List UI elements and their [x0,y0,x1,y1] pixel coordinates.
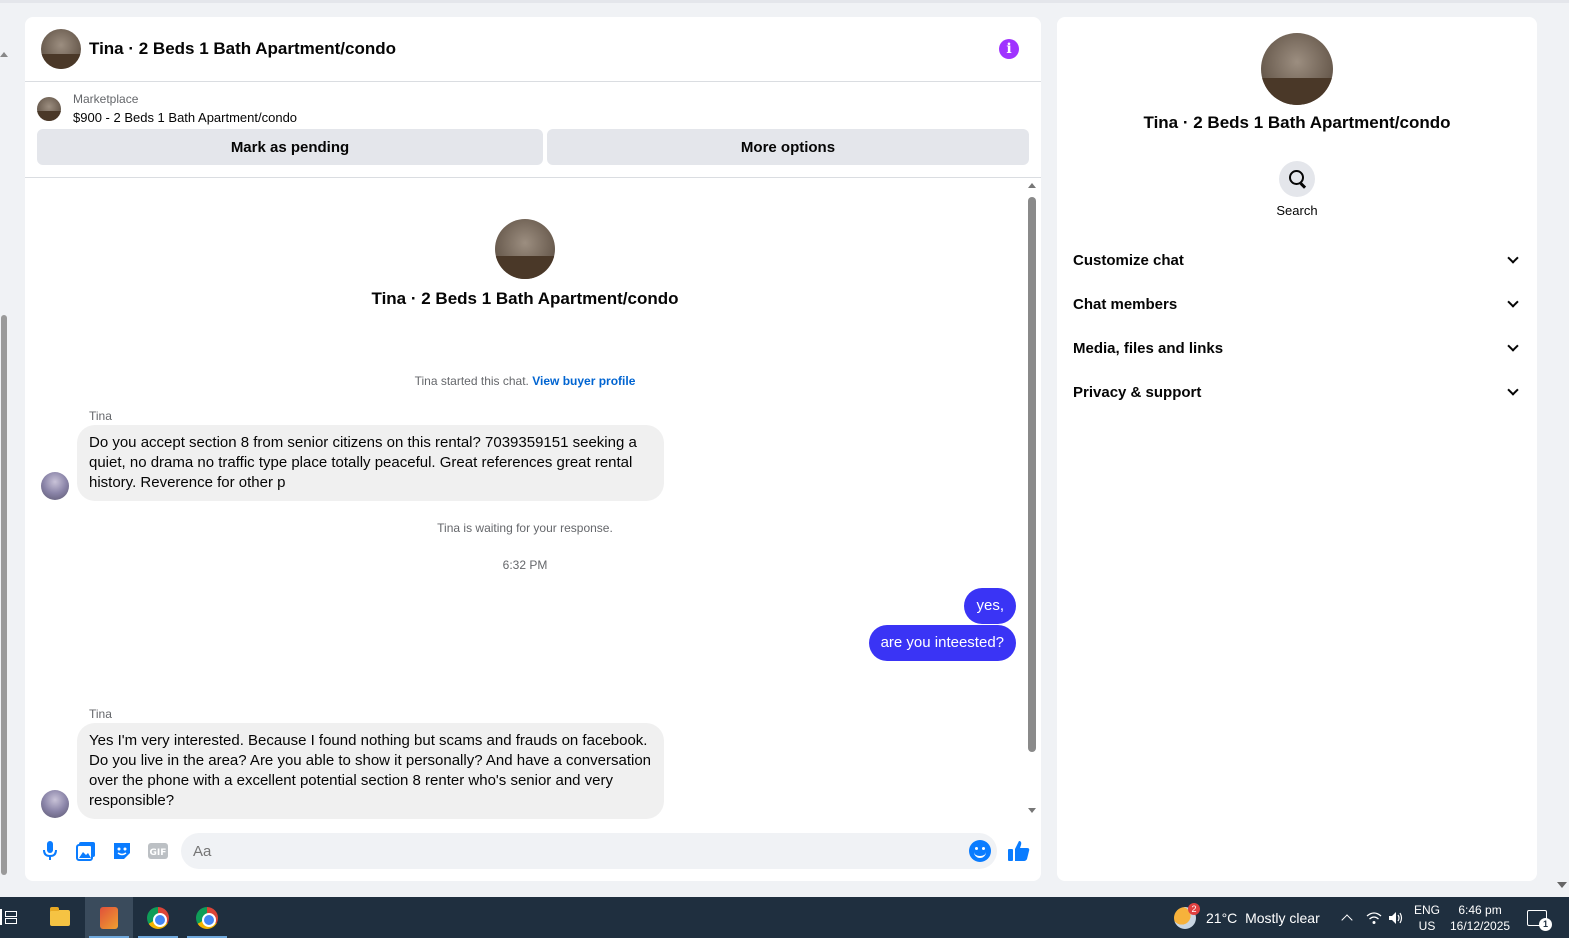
gif-icon[interactable]: GIF [147,840,169,862]
view-buyer-profile-link[interactable]: View buyer profile [532,374,635,388]
info-icon[interactable]: i [999,39,1019,59]
task-view-icon[interactable] [0,909,17,925]
thread-scrollbar[interactable] [1028,183,1036,813]
svg-text:GIF: GIF [150,848,167,858]
sender-avatar[interactable] [41,790,69,818]
region-code: US [1418,918,1436,933]
emoji-icon[interactable] [969,840,991,862]
taskbar: 2 21°C Mostly clear ENG US 6:46 pm 16/12/2… [0,897,1569,938]
menu-privacy-support[interactable]: Privacy & support [1057,370,1537,414]
chrome-profile-icon[interactable] [183,897,231,938]
sender-avatar[interactable] [41,472,69,500]
thumbs-up-icon[interactable] [1007,839,1031,863]
message-composer: GIF [25,829,1041,873]
listing-thumbnail[interactable] [37,96,61,121]
chevron-down-icon [1507,340,1519,352]
menu-chat-members[interactable]: Chat members [1057,282,1537,326]
chat-info-panel: Tina · 2 Beds 1 Bath Apartment/condo Sea… [1057,17,1537,881]
clock-time: 6:46 pm [1458,902,1502,917]
waiting-notice: Tina is waiting for your response. [437,521,613,535]
chat-started-notice: Tina started this chat. View buyer profi… [25,374,1025,388]
menu-label: Chat members [1073,295,1178,313]
volume-icon[interactable] [1388,897,1404,938]
page-scrollbar[interactable] [0,40,10,890]
menu-label: Customize chat [1073,251,1184,269]
profile-avatar[interactable] [1261,33,1333,105]
message-input[interactable] [193,842,953,860]
weather-widget[interactable]: 2 21°C Mostly clear [1174,897,1320,938]
page-scroll-down-arrow-icon[interactable] [1557,882,1567,888]
chrome-icon[interactable] [134,897,182,938]
chat-panel: Tina · 2 Beds 1 Bath Apartment/condo i M… [25,17,1041,881]
intro-title: Tina · 2 Beds 1 Bath Apartment/condo [371,289,679,308]
language-code: ENG [1414,902,1441,917]
profile-title: Tina · 2 Beds 1 Bath Apartment/condo [1143,113,1451,132]
search-label: Search [1276,203,1318,218]
message-thread: Tina · 2 Beds 1 Bath Apartment/condo Tin… [25,179,1041,819]
weather-badge: 2 [1188,902,1200,915]
notifications-button[interactable]: 1 [1527,897,1552,938]
outgoing-message[interactable]: yes, [964,588,1016,624]
clock-date: 16/12/2025 [1450,918,1511,933]
message-sender: Tina [89,707,112,721]
thread-scroll-thumb[interactable] [1028,197,1036,752]
thread-scroll-down-icon[interactable] [1028,808,1036,813]
chevron-down-icon [1507,252,1519,264]
notification-count: 1 [1539,917,1552,931]
incoming-message[interactable]: Do you accept section 8 from senior citi… [77,425,664,501]
microphone-icon[interactable] [39,840,61,862]
search-icon[interactable] [1279,161,1315,197]
message-timestamp: 6:32 PM [502,558,548,572]
taskbar-app-active[interactable] [85,897,133,938]
listing-title[interactable]: $900 - 2 Beds 1 Bath Apartment/condo [73,110,297,125]
marketplace-label: Marketplace [73,92,139,106]
menu-label: Privacy & support [1073,383,1202,401]
marketplace-banner: Marketplace $900 - 2 Beds 1 Bath Apartme… [25,82,1041,178]
chat-header: Tina · 2 Beds 1 Bath Apartment/condo i [25,17,1041,82]
menu-customize-chat[interactable]: Customize chat [1057,238,1537,282]
intro-avatar[interactable] [495,219,555,279]
outgoing-message[interactable]: are you inteested? [868,625,1016,661]
show-hidden-icons-button[interactable] [1341,897,1353,938]
mark-as-pending-button[interactable]: Mark as pending [37,129,543,165]
menu-media-files-links[interactable]: Media, files and links [1057,326,1537,370]
scroll-up-arrow-icon[interactable] [0,52,8,57]
chat-avatar[interactable] [41,29,81,69]
thread-scroll-up-icon[interactable] [1028,183,1036,188]
weather-condition: Mostly clear [1245,909,1320,926]
chat-title[interactable]: Tina · 2 Beds 1 Bath Apartment/condo [89,39,999,59]
temperature: 21°C [1206,909,1238,926]
weather-icon: 2 [1174,902,1200,929]
top-strip [0,0,1569,3]
chevron-down-icon [1507,384,1519,396]
photo-icon[interactable] [75,840,97,862]
clock[interactable]: 6:46 pm 16/12/2025 [1450,897,1510,938]
more-options-button[interactable]: More options [547,129,1029,165]
chat-intro: Tina · 2 Beds 1 Bath Apartment/condo [25,219,1025,309]
message-sender: Tina [89,409,112,423]
menu-label: Media, files and links [1073,339,1224,357]
started-text: Tina started this chat. [414,374,529,388]
settings-menu: Customize chat Chat members Media, files… [1057,238,1537,414]
chevron-up-icon [1341,913,1353,926]
chevron-down-icon [1507,296,1519,308]
sticker-icon[interactable] [111,840,133,862]
message-input-wrapper[interactable] [181,833,997,869]
page-scroll-thumb[interactable] [1,315,7,875]
file-explorer-icon[interactable] [36,897,84,938]
incoming-message[interactable]: Yes I'm very interested. Because I found… [77,723,664,819]
network-icon[interactable] [1366,897,1382,938]
language-indicator[interactable]: ENG US [1414,897,1440,938]
search-button[interactable]: Search [1257,161,1337,218]
notification-icon: 1 [1527,909,1552,931]
